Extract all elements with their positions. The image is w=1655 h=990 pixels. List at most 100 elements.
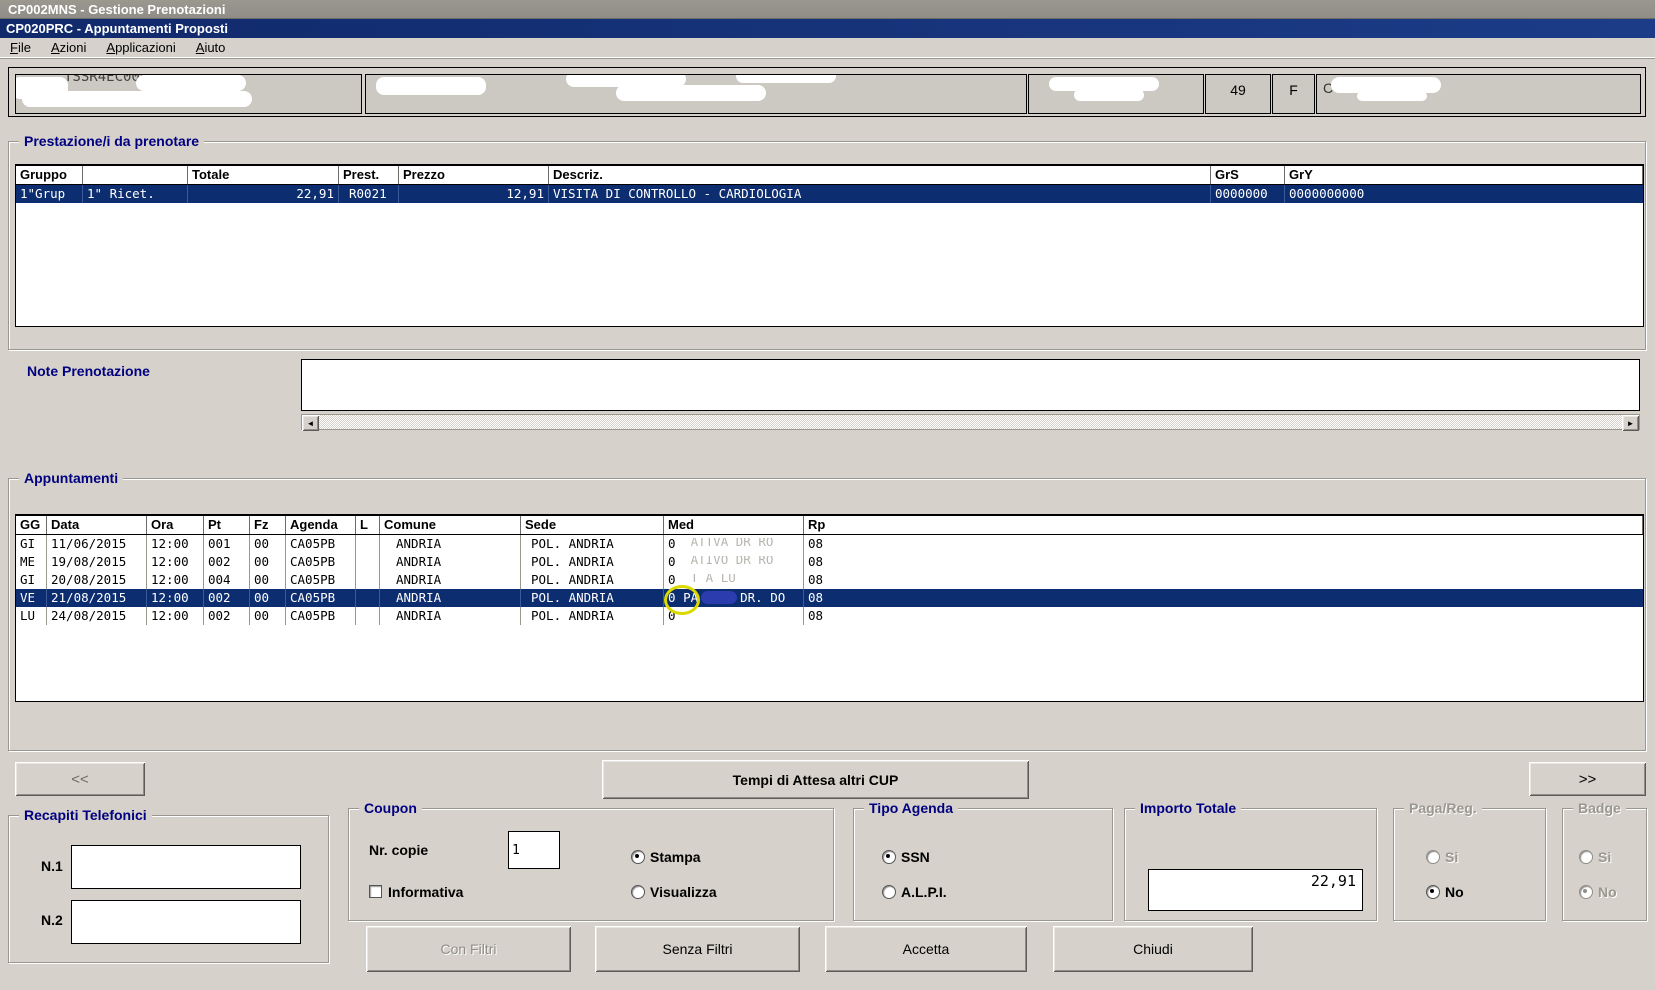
cell-fz: 00 bbox=[250, 553, 286, 571]
cell-ora: 12:00 bbox=[147, 553, 204, 571]
window-title: CP020PRC - Appuntamenti Proposti bbox=[6, 21, 228, 36]
scroll-right-button[interactable]: ► bbox=[1622, 415, 1639, 431]
col-l[interactable]: L bbox=[356, 516, 380, 534]
n1-label: N.1 bbox=[41, 858, 63, 874]
tempi-attesa-button[interactable]: Tempi di Attesa altri CUP bbox=[602, 760, 1029, 799]
menu-aiuto[interactable]: Aiuto bbox=[186, 38, 236, 57]
col-prezzo[interactable]: Prezzo bbox=[399, 166, 549, 184]
importo-totale-field: 22,91 bbox=[1148, 869, 1363, 911]
alpi-radio-row[interactable]: A.L.P.I. bbox=[882, 884, 947, 900]
note-horizontal-scrollbar[interactable]: ◄ ► bbox=[301, 414, 1640, 430]
paga-reg-no-label: No bbox=[1445, 884, 1464, 900]
col-agenda[interactable]: Agenda bbox=[286, 516, 356, 534]
col-prest[interactable]: Prest. bbox=[339, 166, 399, 184]
patient-birthplace-field bbox=[1028, 74, 1204, 114]
menu-azioni[interactable]: Azioni bbox=[41, 38, 96, 57]
redaction-blob bbox=[376, 77, 486, 95]
col-data[interactable]: Data bbox=[47, 516, 147, 534]
chiudi-button[interactable]: Chiudi bbox=[1053, 926, 1253, 972]
importo-totale-group: Importo Totale 22,91 bbox=[1124, 808, 1377, 921]
patient-age-field: 49 bbox=[1205, 74, 1271, 114]
paga-reg-si-radio bbox=[1426, 850, 1440, 864]
appuntamento-row[interactable]: GI 11/06/2015 12:00 001 00 CA05PB ANDRIA… bbox=[16, 535, 1643, 553]
background-window-titlebar[interactable]: CP002MNS - Gestione Prenotazioni bbox=[0, 0, 1655, 19]
cell-med: 0 ATIVO DR RO bbox=[664, 553, 804, 571]
cell-prezzo: 12,91 bbox=[399, 185, 549, 203]
col-sede[interactable]: Sede bbox=[521, 516, 664, 534]
active-window-titlebar[interactable]: CP020PRC - Appuntamenti Proposti bbox=[0, 19, 1655, 38]
col-rp[interactable]: Rp bbox=[804, 516, 1643, 534]
coupon-group: Coupon Nr. copie Informativa Stampa Visu… bbox=[348, 808, 834, 921]
cell-gruppo: 1"Grup bbox=[16, 185, 83, 203]
col-med[interactable]: Med bbox=[664, 516, 804, 534]
stampa-label: Stampa bbox=[650, 849, 701, 865]
ssn-radio-row[interactable]: SSN bbox=[882, 849, 930, 865]
cell-pt: 001 bbox=[204, 535, 250, 553]
col-blank[interactable] bbox=[83, 166, 188, 184]
col-pt[interactable]: Pt bbox=[204, 516, 250, 534]
stampa-radio[interactable] bbox=[631, 850, 645, 864]
prev-page-button[interactable]: << bbox=[15, 762, 145, 796]
col-gruppo[interactable]: Gruppo bbox=[16, 166, 83, 184]
col-grs[interactable]: GrS bbox=[1211, 166, 1285, 184]
badge-no-label: No bbox=[1598, 884, 1617, 900]
badge-no-radio bbox=[1579, 885, 1593, 899]
accetta-button[interactable]: Accetta bbox=[825, 926, 1027, 972]
cell-pt: 002 bbox=[204, 553, 250, 571]
n2-input[interactable] bbox=[71, 900, 301, 944]
visualizza-radio[interactable] bbox=[631, 885, 645, 899]
n1-input[interactable] bbox=[71, 845, 301, 889]
n2-label: N.2 bbox=[41, 912, 63, 928]
cell-agenda: CA05PB bbox=[286, 607, 356, 625]
appuntamento-row[interactable]: LU 24/08/2015 12:00 002 00 CA05PB ANDRIA… bbox=[16, 607, 1643, 625]
cell-rp: 08 bbox=[804, 607, 1643, 625]
menu-file[interactable]: File bbox=[0, 38, 41, 57]
cell-gg: GI bbox=[16, 571, 47, 589]
stampa-radio-row[interactable]: Stampa bbox=[631, 849, 701, 865]
cell-gry: 0000000000 bbox=[1285, 185, 1643, 203]
note-textarea[interactable] bbox=[301, 359, 1640, 411]
col-comune[interactable]: Comune bbox=[380, 516, 521, 534]
appuntamento-row[interactable]: GI 20/08/2015 12:00 004 00 CA05PB ANDRIA… bbox=[16, 571, 1643, 589]
cell-pt: 002 bbox=[204, 607, 250, 625]
senza-filtri-button[interactable]: Senza Filtri bbox=[595, 926, 800, 972]
appuntamento-row-selected[interactable]: VE 21/08/2015 12:00 002 00 CA05PB ANDRIA… bbox=[16, 589, 1643, 607]
con-filtri-button[interactable]: Con Filtri bbox=[366, 926, 571, 972]
cell-prest: R0021 bbox=[339, 185, 399, 203]
recapiti-group: Recapiti Telefonici N.1 N.2 bbox=[8, 815, 329, 963]
cell-rp: 08 bbox=[804, 589, 1643, 607]
paga-reg-si-label: Si bbox=[1445, 849, 1458, 865]
menu-applicazioni[interactable]: Applicazioni bbox=[96, 38, 185, 57]
col-fz[interactable]: Fz bbox=[250, 516, 286, 534]
appuntamento-row[interactable]: ME 19/08/2015 12:00 002 00 CA05PB ANDRIA… bbox=[16, 553, 1643, 571]
paga-reg-group-title: Paga/Reg. bbox=[1404, 800, 1482, 816]
cell-comune: ANDRIA bbox=[380, 535, 521, 553]
col-ora[interactable]: Ora bbox=[147, 516, 204, 534]
prestazione-row-selected[interactable]: 1"Grup 1" Ricet. 22,91 R0021 12,91 VISIT… bbox=[16, 185, 1643, 203]
cell-gg: ME bbox=[16, 553, 47, 571]
nr-copie-input[interactable] bbox=[508, 831, 560, 869]
cell-data: 20/08/2015 bbox=[47, 571, 147, 589]
blue-redaction-blob bbox=[701, 591, 737, 604]
cell-fz: 00 bbox=[250, 571, 286, 589]
recapiti-group-title: Recapiti Telefonici bbox=[19, 807, 152, 823]
col-totale[interactable]: Totale bbox=[188, 166, 339, 184]
visualizza-radio-row[interactable]: Visualizza bbox=[631, 884, 717, 900]
cell-l bbox=[356, 535, 380, 553]
col-descriz[interactable]: Descriz. bbox=[549, 166, 1211, 184]
badge-group: Badge Si No bbox=[1562, 808, 1647, 921]
alpi-label: A.L.P.I. bbox=[901, 884, 947, 900]
alpi-radio[interactable] bbox=[882, 885, 896, 899]
cell-rp: 08 bbox=[804, 571, 1643, 589]
background-window-title: CP002MNS - Gestione Prenotazioni bbox=[8, 2, 225, 17]
col-gg[interactable]: GG bbox=[16, 516, 47, 534]
col-gry[interactable]: GrY bbox=[1285, 166, 1643, 184]
informativa-checkbox[interactable] bbox=[369, 885, 382, 898]
scroll-left-button[interactable]: ◄ bbox=[302, 415, 319, 431]
informativa-label: Informativa bbox=[388, 884, 463, 900]
cell-pt: 004 bbox=[204, 571, 250, 589]
cell-sede: POL. ANDRIA bbox=[521, 607, 664, 625]
cell-data: 21/08/2015 bbox=[47, 589, 147, 607]
ssn-radio[interactable] bbox=[882, 850, 896, 864]
next-page-button[interactable]: >> bbox=[1529, 762, 1646, 796]
